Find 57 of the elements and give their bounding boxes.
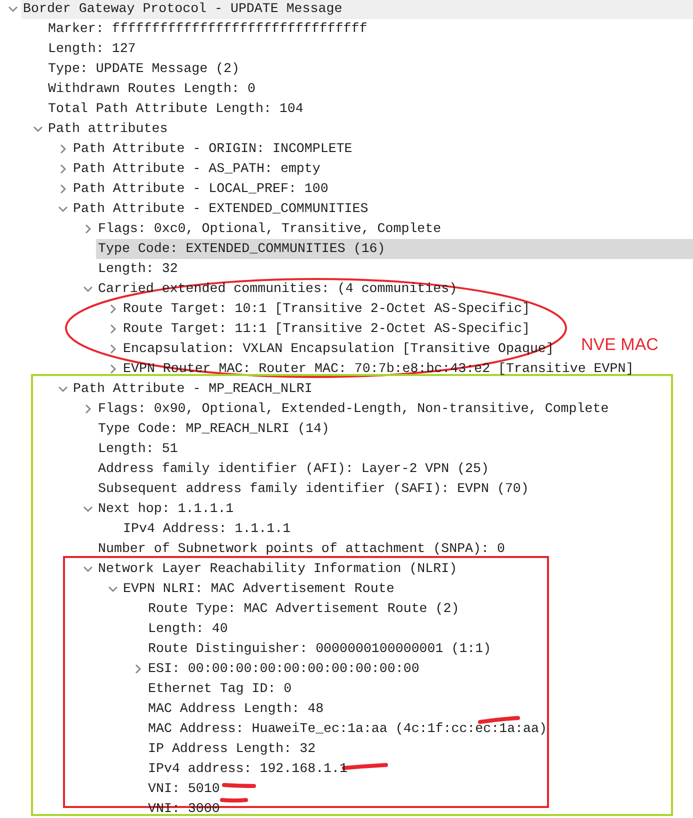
tree-item[interactable]: Total Path Attribute Length: 104 <box>46 99 304 119</box>
tree-item[interactable]: Length: 40 <box>146 619 228 639</box>
tree-item[interactable]: Address family identifier (AFI): Layer-2 VPN (25) <box>96 459 489 479</box>
tree-item[interactable]: Length: 127 <box>46 39 136 59</box>
tree-item[interactable]: Type Code: EXTENDED_COMMUNITIES (16) <box>96 239 693 259</box>
tree-item[interactable]: Network Layer Reachability Information (NLRI) <box>96 559 458 579</box>
chevron-right-icon[interactable] <box>82 404 92 414</box>
chevron-down-icon[interactable] <box>82 284 92 294</box>
chevron-right-icon[interactable] <box>108 324 118 334</box>
tree-item[interactable]: Length: 32 <box>96 259 178 279</box>
chevron-down-icon[interactable] <box>58 384 68 394</box>
chevron-right-icon[interactable] <box>108 304 118 314</box>
tree-item[interactable]: MAC Address: HuaweiTe_ec:1a:aa (4c:1f:cc:ec:1a:aa) <box>146 719 547 739</box>
chevron-right-icon[interactable] <box>132 664 142 674</box>
annotation-label: NVE MAC <box>581 335 658 354</box>
chevron-right-icon[interactable] <box>108 344 118 354</box>
tree-item[interactable]: Type: UPDATE Message (2) <box>46 59 240 79</box>
tree-item[interactable]: Path Attribute - MP_REACH_NLRI <box>71 379 312 399</box>
tree-item[interactable]: Ethernet Tag ID: 0 <box>146 679 292 699</box>
tree-item[interactable]: IP Address Length: 32 <box>146 739 316 759</box>
chevron-down-icon[interactable] <box>58 204 68 214</box>
tree-item[interactable]: Border Gateway Protocol - UPDATE Message <box>21 0 693 19</box>
tree-item[interactable]: Flags: 0xc0, Optional, Transitive, Complete <box>96 219 442 239</box>
tree-item[interactable]: Next hop: 1.1.1.1 <box>96 499 234 519</box>
tree-item[interactable]: IPv4 Address: 1.1.1.1 <box>121 519 291 539</box>
chevron-right-icon[interactable] <box>58 144 68 154</box>
tree-item[interactable]: Number of Subnetwork points of attachment (SNPA): 0 <box>96 539 505 559</box>
tree-item[interactable]: EVPN NLRI: MAC Advertisement Route <box>121 579 394 599</box>
tree-item[interactable]: Path attributes <box>46 119 168 139</box>
chevron-down-icon[interactable] <box>108 584 118 594</box>
tree-item[interactable]: Subsequent address family identifier (SAFI): EVPN (70) <box>96 479 529 499</box>
tree-item[interactable]: MAC Address Length: 48 <box>146 699 324 719</box>
chevron-right-icon[interactable] <box>58 184 68 194</box>
tree-item[interactable]: Flags: 0x90, Optional, Extended-Length, Non-transitive, Complete <box>96 399 609 419</box>
tree-item[interactable]: Route Distinguisher: 0000000100000001 (1:1) <box>146 639 492 659</box>
chevron-right-icon[interactable] <box>82 224 92 234</box>
tree-item[interactable]: Carried extended communities: (4 communities) <box>96 279 458 299</box>
chevron-down-icon[interactable] <box>82 504 92 514</box>
tree-item[interactable]: IPv4 address: 192.168.1.1 <box>146 759 348 779</box>
chevron-right-icon[interactable] <box>58 164 68 174</box>
tree-item[interactable]: Withdrawn Routes Length: 0 <box>46 79 256 99</box>
tree-item[interactable]: VNI: 5010 <box>146 779 220 799</box>
chevron-down-icon[interactable] <box>8 4 18 14</box>
tree-item[interactable]: Path Attribute - EXTENDED_COMMUNITIES <box>71 199 368 219</box>
tree-item[interactable]: Length: 51 <box>96 439 178 459</box>
chevron-right-icon[interactable] <box>108 364 118 374</box>
chevron-down-icon[interactable] <box>32 124 42 134</box>
tree-item[interactable]: Path Attribute - LOCAL_PREF: 100 <box>71 179 328 199</box>
tree-item[interactable]: ESI: 00:00:00:00:00:00:00:00:00:00 <box>146 659 420 679</box>
tree-item[interactable]: Route Type: MAC Advertisement Route (2) <box>146 599 460 619</box>
tree-item[interactable]: Marker: ffffffffffffffffffffffffffffffff <box>46 19 368 39</box>
tree-item[interactable]: Path Attribute - AS_PATH: empty <box>71 159 320 179</box>
tree-item[interactable]: Path Attribute - ORIGIN: INCOMPLETE <box>71 139 352 159</box>
tree-item[interactable]: Route Target: 10:1 [Transitive 2-Octet AS-Specific] <box>121 299 530 319</box>
chevron-down-icon[interactable] <box>82 564 92 574</box>
tree-item[interactable]: Type Code: MP_REACH_NLRI (14) <box>96 419 330 439</box>
tree-item[interactable]: Route Target: 11:1 [Transitive 2-Octet AS-Specific] <box>121 319 530 339</box>
